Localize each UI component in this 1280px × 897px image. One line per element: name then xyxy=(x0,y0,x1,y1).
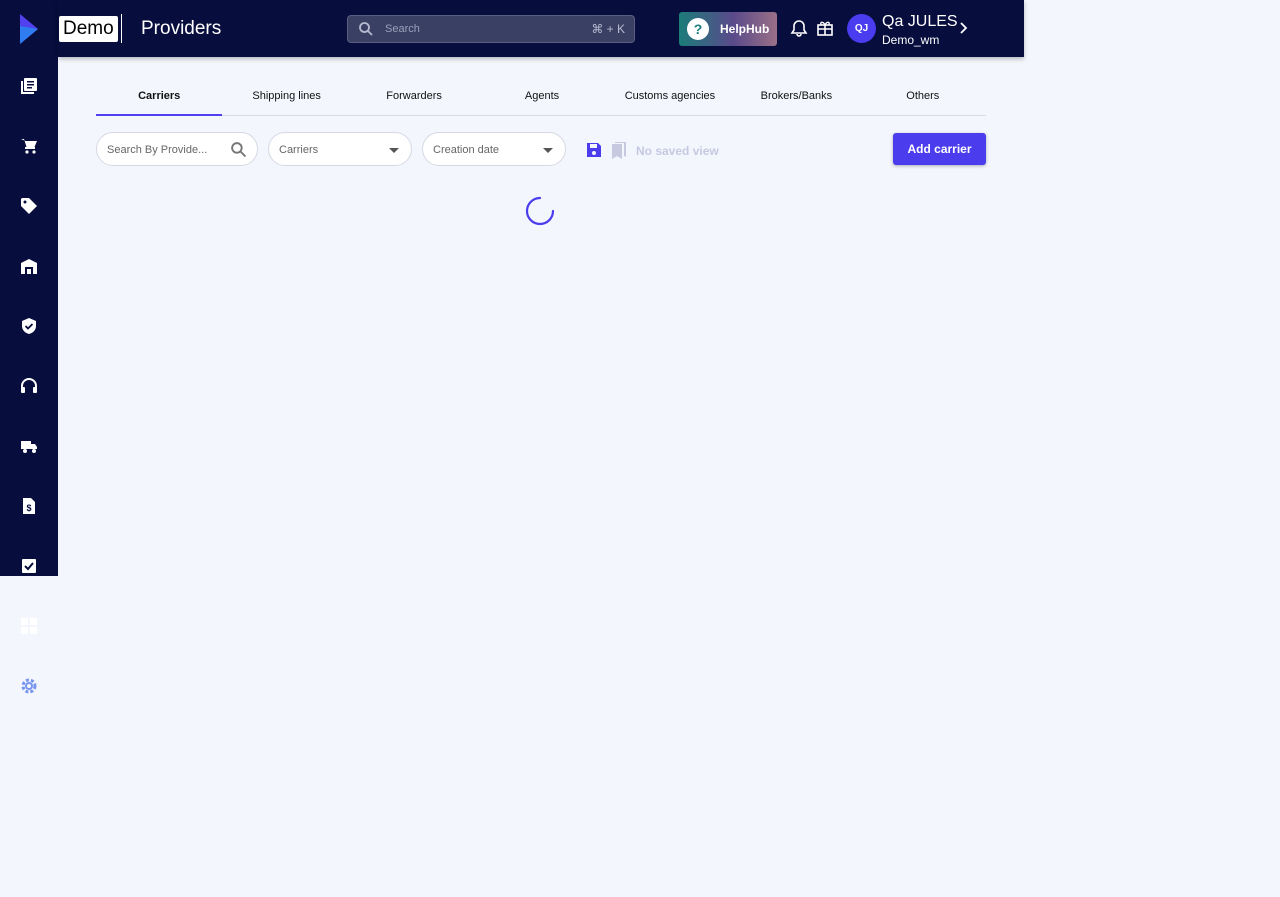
warehouse-icon[interactable] xyxy=(19,256,39,276)
saved-view-label: No saved view xyxy=(636,144,719,158)
header-divider xyxy=(121,14,122,43)
helphub-button[interactable]: ? HelpHub xyxy=(679,12,777,46)
truck-icon[interactable] xyxy=(19,436,39,456)
tab-shipping-lines[interactable]: Shipping lines xyxy=(222,80,350,115)
global-search-input[interactable]: Search ⌘ + K xyxy=(347,15,635,43)
gift-icon[interactable] xyxy=(816,19,834,37)
user-org[interactable]: Demo_wm xyxy=(882,33,939,47)
creation-date-select[interactable]: Creation date xyxy=(422,132,566,166)
cart-icon[interactable] xyxy=(19,136,39,156)
bell-icon[interactable] xyxy=(790,19,808,37)
search-shortcut: ⌘ + K xyxy=(591,22,625,36)
tag-icon[interactable] xyxy=(19,196,39,216)
shield-check-icon[interactable] xyxy=(19,316,39,336)
top-header: Demo Providers Search ⌘ + K ? HelpHub QJ… xyxy=(58,0,1024,57)
caret-down-icon xyxy=(389,148,399,153)
add-carrier-button[interactable]: Add carrier xyxy=(893,133,986,165)
tab-brokers-banks[interactable]: Brokers/Banks xyxy=(733,80,859,115)
helphub-label: HelpHub xyxy=(720,22,770,36)
avatar[interactable]: QJ xyxy=(847,14,876,43)
orders-icon[interactable] xyxy=(19,76,39,96)
caret-down-icon xyxy=(543,148,553,153)
app-logo-icon[interactable] xyxy=(19,14,39,44)
save-view-icon[interactable] xyxy=(586,142,602,158)
svg-text:$: $ xyxy=(26,503,31,513)
brand-label[interactable]: Demo xyxy=(59,16,118,42)
checkbox-icon[interactable] xyxy=(19,556,39,576)
search-icon xyxy=(359,22,373,36)
search-placeholder: Search xyxy=(385,23,420,35)
loading-spinner-icon xyxy=(525,196,555,226)
settings-icon[interactable] xyxy=(19,676,39,696)
tab-forwarders[interactable]: Forwarders xyxy=(351,80,477,115)
tab-others[interactable]: Others xyxy=(860,80,986,115)
provider-search-input[interactable]: Search By Provide... xyxy=(96,132,258,166)
provider-tabs: Carriers Shipping lines Forwarders Agent… xyxy=(96,80,986,116)
user-name[interactable]: Qa JULES xyxy=(882,13,958,31)
tab-customs-agencies[interactable]: Customs agencies xyxy=(607,80,733,115)
help-icon: ? xyxy=(687,18,709,40)
headset-icon[interactable] xyxy=(19,376,39,396)
chevron-right-icon[interactable] xyxy=(956,21,970,35)
provider-type-value: Carriers xyxy=(279,144,319,156)
tab-carriers[interactable]: Carriers xyxy=(96,80,223,116)
provider-search-placeholder: Search By Provide... xyxy=(107,144,208,156)
search-icon[interactable] xyxy=(230,141,247,158)
page-title: Providers xyxy=(141,18,222,39)
invoice-icon[interactable]: $ xyxy=(19,496,39,516)
grid-icon[interactable] xyxy=(19,616,39,636)
saved-views-icon[interactable] xyxy=(611,141,628,160)
creation-date-value: Creation date xyxy=(433,144,500,156)
provider-type-select[interactable]: Carriers xyxy=(268,132,412,166)
tab-agents[interactable]: Agents xyxy=(477,80,606,115)
sidebar: $ xyxy=(0,0,58,576)
